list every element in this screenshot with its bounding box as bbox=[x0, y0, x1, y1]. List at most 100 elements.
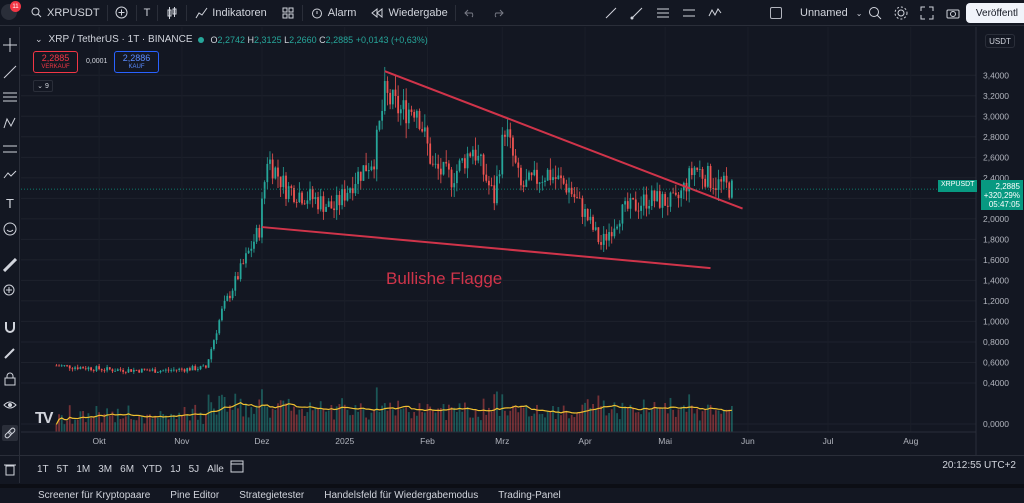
volume-bar bbox=[263, 405, 266, 432]
camera-icon[interactable] bbox=[946, 6, 960, 20]
volume-bar bbox=[576, 412, 578, 432]
range-button[interactable]: Alle bbox=[207, 464, 224, 475]
candle-body bbox=[130, 369, 133, 372]
trend-line-icon[interactable] bbox=[604, 6, 618, 20]
bottom-tab[interactable]: Pine Editor bbox=[170, 490, 219, 501]
link-icon[interactable] bbox=[2, 425, 18, 441]
layouts-button[interactable] bbox=[274, 0, 302, 26]
symbol-search[interactable]: XRPUSDT bbox=[22, 0, 107, 26]
publish-button[interactable]: Veröffentl bbox=[965, 3, 1024, 23]
sell-button[interactable]: 2,2885 VERKAUF bbox=[33, 51, 78, 73]
range-button[interactable]: 6M bbox=[120, 464, 134, 475]
volume-bar bbox=[92, 416, 95, 432]
legend-title[interactable]: XRP / TetherUS · 1T · BINANCE bbox=[49, 34, 193, 45]
top-toolbar: 11 XRPUSDT T Indikatoren Alarm Wiedergab… bbox=[0, 0, 1024, 26]
indicators-toggle[interactable]: ⌄ 9 bbox=[33, 80, 53, 92]
range-button[interactable]: 1M bbox=[76, 464, 90, 475]
candle-body bbox=[391, 89, 394, 105]
quick-search-icon[interactable] bbox=[868, 6, 882, 20]
volume-bar bbox=[421, 412, 424, 432]
y-tick-label: 2,8000 bbox=[983, 132, 1009, 142]
chevron-down-icon[interactable]: ⌄ bbox=[35, 34, 43, 45]
x-tick-label: Mrz bbox=[495, 436, 509, 446]
candle-body bbox=[183, 369, 186, 372]
bar-countdown: 05:47:05 bbox=[988, 200, 1020, 209]
crosshair-icon[interactable] bbox=[2, 37, 18, 53]
range-button[interactable]: 1J bbox=[170, 464, 181, 475]
channel-icon[interactable] bbox=[682, 6, 696, 20]
undo-button[interactable] bbox=[456, 0, 484, 26]
gear-icon[interactable] bbox=[894, 6, 908, 20]
x-tick-label: Feb bbox=[420, 436, 435, 446]
brush-tool-icon[interactable] bbox=[2, 167, 18, 183]
currency-selector[interactable]: USDT bbox=[985, 34, 1015, 48]
bottom-tab[interactable]: Strategietester bbox=[239, 490, 304, 501]
candle-body bbox=[330, 201, 333, 209]
candle-body bbox=[119, 369, 122, 371]
fib-tool-icon[interactable] bbox=[2, 89, 18, 105]
replay-button[interactable]: Wiedergabe bbox=[363, 0, 454, 26]
pencil-lock-icon[interactable] bbox=[2, 345, 18, 361]
candle-body bbox=[237, 276, 239, 280]
candle-body bbox=[255, 227, 258, 242]
buy-price: 2,2886 bbox=[122, 53, 151, 63]
price-chart[interactable]: Bullishe Flagge 3,4000 3,2000 3,0000 2,8000… bbox=[21, 27, 1024, 455]
layout-name[interactable]: Unnamed bbox=[800, 7, 848, 19]
ray-icon[interactable] bbox=[630, 6, 644, 20]
candle-body bbox=[509, 129, 512, 138]
layout-checkbox[interactable] bbox=[770, 7, 782, 19]
settings-icons bbox=[868, 0, 960, 26]
projection-tool-icon[interactable] bbox=[2, 141, 18, 157]
interval-button[interactable]: T bbox=[137, 0, 158, 26]
bottom-tab[interactable]: Trading-Panel bbox=[498, 490, 560, 501]
user-avatar[interactable]: 11 bbox=[0, 0, 22, 22]
clock-timestamp[interactable]: 20:12:55 UTC+2 bbox=[942, 460, 1016, 471]
pattern-tool-icon[interactable] bbox=[2, 115, 18, 131]
chart-type-button[interactable] bbox=[158, 0, 186, 26]
text-tool-icon[interactable]: T bbox=[2, 195, 18, 211]
bottom-tab[interactable]: Screener für Kryptopaare bbox=[38, 490, 150, 501]
range-button[interactable]: 1T bbox=[37, 464, 49, 475]
range-button[interactable]: YTD bbox=[142, 464, 162, 475]
candle-body bbox=[488, 180, 490, 186]
ruler-icon[interactable] bbox=[2, 257, 18, 273]
lock-icon[interactable] bbox=[2, 371, 18, 387]
wave-icon[interactable] bbox=[708, 6, 722, 20]
add-symbol-button[interactable] bbox=[108, 0, 136, 26]
buy-button[interactable]: 2,2886 KAUF bbox=[114, 51, 159, 73]
volume-bar bbox=[343, 404, 346, 432]
range-button[interactable]: 5T bbox=[57, 464, 69, 475]
range-button[interactable]: 5J bbox=[189, 464, 200, 475]
volume-bar bbox=[82, 410, 84, 432]
eye-icon[interactable] bbox=[2, 397, 18, 413]
y-tick-label: 0,8000 bbox=[983, 337, 1009, 347]
candle-body bbox=[362, 165, 365, 181]
fullscreen-icon[interactable] bbox=[920, 6, 934, 20]
chevron-down-icon[interactable]: ⌄ bbox=[856, 9, 863, 18]
rewind-icon bbox=[370, 6, 384, 20]
candle-body bbox=[148, 370, 151, 372]
alarm-button[interactable]: Alarm bbox=[303, 0, 364, 26]
candle-body bbox=[517, 162, 520, 168]
candle-body bbox=[698, 169, 701, 170]
magnet-icon[interactable] bbox=[2, 319, 18, 335]
volume-bar bbox=[258, 399, 261, 432]
tradingview-logo[interactable]: TV bbox=[35, 410, 54, 428]
calendar-icon[interactable] bbox=[230, 459, 244, 476]
volume-bar bbox=[175, 419, 178, 432]
bottom-tab[interactable]: Handelsfeld für Wiedergabemodus bbox=[324, 490, 478, 501]
candle-body bbox=[98, 366, 100, 370]
range-button[interactable]: 3M bbox=[98, 464, 112, 475]
redo-button[interactable] bbox=[484, 0, 512, 26]
indicators-button[interactable]: Indikatoren bbox=[187, 0, 273, 26]
fib-icon[interactable] bbox=[656, 6, 670, 20]
candle-body bbox=[661, 194, 664, 208]
drawing-toolbar: T bbox=[0, 27, 20, 483]
candle-body bbox=[530, 172, 533, 176]
zoom-in-icon[interactable] bbox=[2, 283, 18, 299]
volume-bar bbox=[453, 407, 456, 432]
volume-bar bbox=[66, 420, 68, 432]
emoji-icon[interactable] bbox=[2, 221, 18, 237]
chart-area[interactable]: Bullishe Flagge 3,4000 3,2000 3,0000 2,8000… bbox=[21, 27, 1024, 455]
trend-line-tool-icon[interactable] bbox=[2, 64, 18, 80]
